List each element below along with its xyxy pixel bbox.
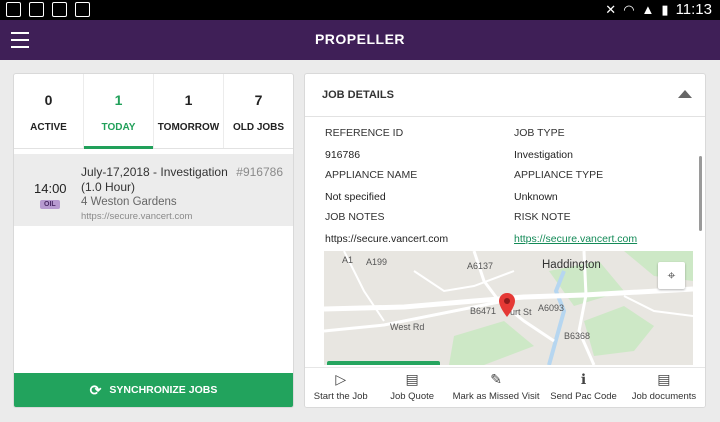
action-label: Send Pac Code: [550, 391, 617, 402]
field-value: Not specified: [325, 191, 386, 203]
field-label: REFERENCE ID: [325, 127, 404, 139]
notification-icon: [6, 2, 21, 17]
risk-note-field: RISK NOTE https://secure.vancert.com: [514, 211, 637, 245]
start-job-button[interactable]: ▷ Start the Job: [305, 368, 376, 407]
sync-icon: ⟳: [89, 381, 102, 398]
info-icon: ℹ: [580, 371, 587, 387]
my-location-icon[interactable]: ⌖: [658, 262, 685, 289]
notification-icons: [6, 2, 90, 17]
send-pac-code-button[interactable]: ℹ Send Pac Code: [544, 368, 623, 407]
mark-missed-visit-button[interactable]: ✎ Mark as Missed Visit: [448, 368, 544, 407]
mute-icon: ✕: [605, 1, 617, 17]
job-action-bar: ▷ Start the Job ▤ Job Quote ✎ Mark as Mi…: [305, 367, 705, 407]
risk-note-link[interactable]: https://secure.vancert.com: [514, 233, 637, 245]
wifi-icon: ◠: [623, 1, 635, 17]
app-bar: PROPELLER: [0, 20, 720, 60]
job-title: July-17,2018 - Investigation (1.0 Hour): [81, 165, 228, 194]
synchronize-jobs-button[interactable]: ⟳ SYNCHRONIZE JOBS: [14, 373, 293, 407]
action-label: Start the Job: [313, 391, 368, 402]
status-bar: ✕ ◠ ▲ ▮ 11:13: [0, 0, 720, 20]
tab-label: ACTIVE: [30, 122, 67, 133]
job-time: 14:00: [34, 181, 67, 196]
field-value: Investigation: [514, 149, 573, 161]
map-road-label: B6471: [470, 306, 497, 316]
appliance-name-field: APPLIANCE NAME Not specified: [325, 169, 417, 203]
tab-label: TODAY: [101, 122, 136, 133]
job-details-title: JOB DETAILS: [322, 89, 394, 101]
field-label: JOB NOTES: [325, 211, 385, 223]
signal-icon: ▲: [641, 2, 655, 17]
field-label: APPLIANCE NAME: [325, 169, 418, 181]
map-road-label: B6368: [564, 331, 591, 341]
tab-active[interactable]: 0 ACTIVE: [14, 74, 84, 148]
job-notes-field: JOB NOTES https://secure.vancert.com: [325, 211, 448, 245]
field-value: 916786: [325, 149, 361, 161]
job-location-map[interactable]: Haddington A199 A1 A6137 B6471 A6093 Wes…: [324, 251, 693, 365]
image-icon: [29, 2, 44, 17]
jobs-panel: 0 ACTIVE 1 TODAY 1 TOMORROW 7 OLD JOBS 1…: [13, 73, 294, 408]
map-navigate-button[interactable]: [327, 361, 440, 365]
job-number: #916786: [236, 165, 283, 179]
tab-count: 1: [114, 92, 123, 108]
job-details-panel: JOB DETAILS REFERENCE ID 916786 JOB TYPE…: [304, 73, 706, 408]
sync-button-label: SYNCHRONIZE JOBS: [109, 384, 218, 396]
map-road-label: West Rd: [390, 322, 425, 332]
job-list-item[interactable]: 14:00 OIL July-17,2018 - Investigation (…: [14, 154, 293, 226]
tab-tomorrow[interactable]: 1 TOMORROW: [154, 74, 224, 148]
reference-id-field: REFERENCE ID 916786: [325, 127, 403, 161]
job-details-header[interactable]: JOB DETAILS: [305, 74, 705, 117]
tab-count: 7: [254, 92, 263, 108]
tab-count: 1: [184, 92, 193, 108]
fuel-type-badge: OIL: [40, 200, 60, 209]
pencil-icon: ✎: [490, 371, 502, 387]
map-road-label: A6137: [467, 261, 494, 271]
tab-today[interactable]: 1 TODAY: [84, 74, 154, 149]
action-label: Job documents: [631, 391, 697, 402]
collapse-icon[interactable]: [678, 90, 692, 98]
tab-label: TOMORROW: [157, 122, 220, 133]
play-icon: ▷: [335, 371, 347, 387]
document-icon: ▤: [657, 371, 671, 387]
battery-icon: ▮: [661, 1, 669, 17]
field-label: JOB TYPE: [514, 127, 565, 139]
action-label: Mark as Missed Visit: [452, 391, 540, 402]
map-road-label: A6093: [538, 303, 565, 313]
scrollbar[interactable]: [699, 156, 702, 231]
field-value: https://secure.vancert.com: [325, 233, 449, 245]
app-title: PROPELLER: [314, 31, 406, 47]
job-url: https://secure.vancert.com: [81, 211, 193, 222]
action-label: Job Quote: [390, 391, 435, 402]
chart-icon: [52, 2, 67, 17]
appliance-type-field: APPLIANCE TYPE Unknown: [514, 169, 603, 203]
document-icon: ▤: [405, 371, 419, 387]
location-pin-icon[interactable]: [499, 293, 515, 317]
field-label: APPLIANCE TYPE: [514, 169, 604, 181]
map-road-label: A199: [366, 257, 388, 267]
job-quote-button[interactable]: ▤ Job Quote: [376, 368, 447, 407]
job-type-field: JOB TYPE Investigation: [514, 127, 573, 161]
map-road-label: A1: [342, 255, 354, 265]
tab-label: OLD JOBS: [232, 122, 285, 133]
job-tabs: 0 ACTIVE 1 TODAY 1 TOMORROW 7 OLD JOBS: [14, 74, 293, 149]
job-documents-button[interactable]: ▤ Job documents: [623, 368, 705, 407]
tab-old-jobs[interactable]: 7 OLD JOBS: [224, 74, 293, 148]
job-address: 4 Weston Gardens: [81, 196, 177, 208]
check-icon: [75, 2, 90, 17]
clock: 11:13: [675, 1, 712, 18]
map-town-label: Haddington: [542, 259, 601, 271]
field-value: Unknown: [514, 191, 558, 203]
tab-count: 0: [44, 92, 53, 108]
field-label: RISK NOTE: [514, 211, 571, 223]
